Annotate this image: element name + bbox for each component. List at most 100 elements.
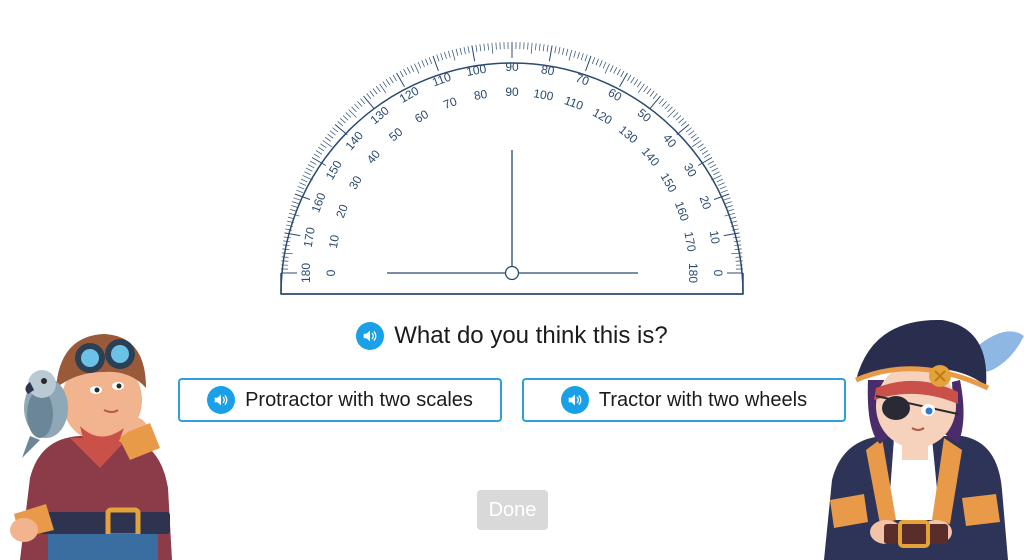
- protractor-tick: [565, 48, 569, 56]
- protractor-tick: [697, 143, 704, 149]
- protractor-tick: [369, 90, 375, 97]
- protractor-tick: [410, 65, 415, 72]
- protractor-tick: [306, 167, 313, 172]
- protractor-tick: [678, 118, 684, 124]
- protractor-tick: [318, 146, 325, 152]
- outer-scale-label: 90: [505, 60, 519, 74]
- protractor-tick: [354, 103, 360, 110]
- protractor-tick: [649, 90, 655, 97]
- protractor-tick: [558, 46, 561, 54]
- protractor-tick: [711, 167, 718, 172]
- choice-protractor-button[interactable]: Protractor with two scales: [178, 378, 502, 422]
- protractor-tick: [713, 171, 720, 176]
- protractor-tick: [627, 74, 632, 82]
- protractor-tick: [701, 150, 709, 155]
- speaker-icon[interactable]: [207, 386, 236, 414]
- protractor-tick: [329, 130, 336, 136]
- protractor-tick: [633, 79, 639, 86]
- protractor-tick: [716, 178, 724, 183]
- choice-label: Protractor with two scales: [245, 388, 473, 411]
- protractor-tick: [661, 101, 667, 107]
- protractor-tick: [389, 76, 394, 84]
- choice-label: Tractor with two wheels: [598, 388, 808, 411]
- protractor-tick: [649, 95, 661, 109]
- protractor-tick: [664, 103, 670, 110]
- protractor-tick: [315, 150, 323, 155]
- protractor-tick: [646, 88, 652, 95]
- protractor-tick: [447, 50, 451, 58]
- protractor-tick: [414, 63, 420, 74]
- protractor-tick: [580, 53, 584, 61]
- protractor-tick: [688, 130, 695, 136]
- inner-scale-label: 10: [326, 233, 342, 249]
- protractor-tick: [720, 189, 728, 194]
- protractor-tick: [302, 175, 313, 181]
- protractor-tick: [619, 72, 628, 88]
- protractor-tick: [727, 208, 735, 212]
- outer-scale-label: 180: [299, 263, 313, 283]
- protractor-tick: [406, 67, 411, 74]
- pirate-captain-illustration: [824, 319, 1024, 560]
- protractor-tick: [432, 55, 439, 72]
- protractor-tick: [363, 95, 375, 109]
- protractor-tick: [616, 68, 621, 76]
- protractor-tick: [675, 115, 682, 121]
- protractor-tick: [491, 42, 494, 54]
- protractor-tick: [554, 46, 557, 54]
- outer-scale-label: 0: [711, 270, 725, 277]
- protractor-tick: [676, 124, 690, 136]
- protractor-tick: [709, 164, 717, 169]
- protractor-tick: [585, 55, 592, 72]
- protractor-tick: [599, 60, 603, 67]
- inner-scale-label: 180: [686, 263, 700, 283]
- protractor-tick: [568, 49, 573, 61]
- protractor-tick: [392, 74, 397, 82]
- protractor-tick: [471, 45, 476, 62]
- protractor-tick: [417, 61, 422, 69]
- protractor-tick: [459, 47, 462, 55]
- protractor-tick: [299, 182, 306, 186]
- protractor-tick: [636, 81, 642, 88]
- speaker-icon[interactable]: [560, 386, 589, 414]
- protractor-tick: [444, 51, 447, 59]
- protractor-tick: [436, 54, 440, 62]
- protractor-tick: [667, 106, 673, 113]
- protractor-tick: [726, 205, 734, 208]
- protractor-tick: [327, 133, 334, 139]
- protractor-tick: [289, 208, 297, 212]
- inner-scale-label: 90: [505, 85, 519, 99]
- protractor-tick: [290, 205, 298, 208]
- protractor-tick: [307, 164, 315, 169]
- protractor-tick: [672, 112, 679, 118]
- protractor-tick: [658, 98, 664, 105]
- protractor-tick: [542, 44, 545, 52]
- protractor-tick: [300, 178, 308, 183]
- protractor-tick: [591, 57, 596, 65]
- pirate-with-parrot-illustration: [10, 334, 172, 560]
- done-button[interactable]: Done: [477, 490, 548, 530]
- protractor-tick: [334, 124, 348, 136]
- protractor-tick: [382, 81, 388, 88]
- protractor-tick: [399, 70, 404, 78]
- protractor-tick: [613, 67, 618, 74]
- protractor-tick: [351, 106, 357, 113]
- protractor-tick: [403, 68, 408, 76]
- protractor-tick: [342, 115, 349, 121]
- protractor-tick: [483, 43, 486, 51]
- protractor-tick: [332, 127, 339, 133]
- choice-tractor-button[interactable]: Tractor with two wheels: [522, 378, 846, 422]
- protractor-tick: [455, 48, 459, 56]
- protractor-tick: [535, 43, 537, 51]
- protractor-tick: [479, 44, 482, 52]
- outer-scale-label: 10: [707, 229, 723, 245]
- protractor-tick: [467, 46, 470, 54]
- protractor-tick: [309, 160, 317, 165]
- question-text: What do you think this is?: [394, 322, 668, 349]
- protractor-tick: [425, 58, 429, 66]
- protractor-tick: [652, 93, 658, 100]
- protractor-tick: [313, 153, 321, 158]
- protractor-tick: [293, 197, 301, 201]
- protractor-tick: [530, 42, 533, 54]
- speaker-icon[interactable]: [356, 322, 385, 350]
- protractor-tick: [703, 153, 711, 158]
